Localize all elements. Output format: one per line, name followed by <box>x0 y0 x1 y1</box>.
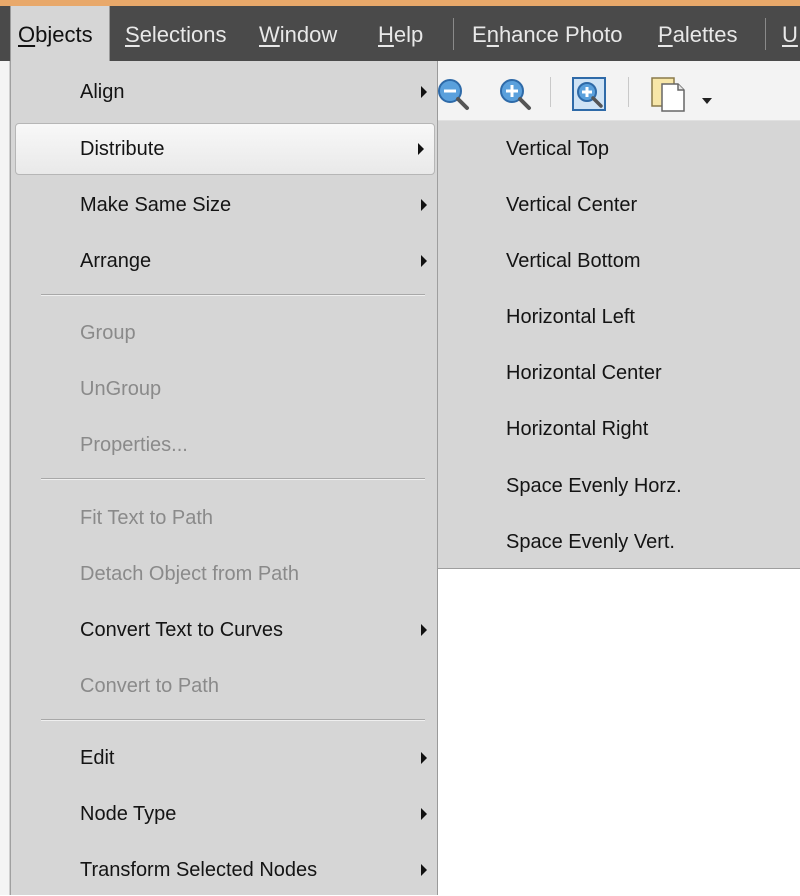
submenu-item-space-evenly-vert[interactable]: Space Evenly Vert. <box>438 516 800 568</box>
menu-separator <box>41 478 425 480</box>
menu-item-label: Edit <box>80 747 115 769</box>
menu-item-transform-selected-nodes[interactable]: Transform Selected Nodes <box>17 844 437 896</box>
menu-item-edit[interactable]: Edit <box>17 732 437 784</box>
toolbar <box>436 61 800 121</box>
menubar-separator <box>453 18 454 50</box>
menu-item-label: Distribute <box>80 138 165 160</box>
zoom-out-icon[interactable] <box>436 77 470 116</box>
menu-help[interactable]: Help <box>378 6 423 61</box>
menu-bar: Objects Selections Window Help Enhance P… <box>0 6 800 61</box>
menu-window[interactable]: Window <box>259 6 337 61</box>
background-workspace-edge <box>0 61 10 895</box>
menu-item-arrange[interactable]: Arrange <box>17 235 437 287</box>
menu-item-convert-text-to-curves[interactable]: Convert Text to Curves <box>17 604 437 656</box>
new-document-icon[interactable] <box>650 75 690 118</box>
menu-item-label: Properties... <box>80 434 188 456</box>
menu-item-group[interactable]: Group <box>17 307 437 359</box>
menu-item-detach-object-from-path[interactable]: Detach Object from Path <box>17 548 437 600</box>
menu-objects[interactable]: Objects <box>10 6 110 61</box>
menu-item-label: Arrange <box>80 250 152 272</box>
submenu-item-vertical-top[interactable]: Vertical Top <box>438 123 800 175</box>
submenu-item-horizontal-left[interactable]: Horizontal Left <box>438 291 800 343</box>
submenu-arrow-icon <box>418 143 424 155</box>
toolbar-separator <box>628 77 629 107</box>
menu-item-convert-to-path[interactable]: Convert to Path <box>17 660 437 712</box>
menu-item-fit-text-to-path[interactable]: Fit Text to Path <box>17 492 437 544</box>
submenu-arrow-icon <box>421 752 427 764</box>
zoom-to-fit-icon[interactable] <box>572 77 606 116</box>
menu-item-label: Make Same Size <box>80 194 232 216</box>
menu-item-label: UnGroup <box>80 378 162 400</box>
menu-item-label: Group <box>80 322 136 344</box>
menu-item-make-same-size[interactable]: Make Same Size <box>17 179 437 231</box>
toolbar-separator <box>550 77 551 107</box>
submenu-item-space-evenly-horz[interactable]: Space Evenly Horz. <box>438 460 800 512</box>
submenu-arrow-icon <box>421 624 427 636</box>
menu-separator <box>41 294 425 296</box>
menu-item-node-type[interactable]: Node Type <box>17 788 437 840</box>
menubar-separator <box>765 18 766 50</box>
menu-truncated-item[interactable]: U <box>782 6 798 61</box>
objects-menu-dropdown: Align Distribute Make Same Size Arrange … <box>10 61 438 895</box>
menu-item-label: Align <box>80 81 125 103</box>
submenu-item-horizontal-center[interactable]: Horizontal Center <box>438 347 800 399</box>
submenu-arrow-icon <box>421 255 427 267</box>
menu-separator <box>41 719 425 721</box>
menu-item-label: Transform Selected Nodes <box>80 859 318 881</box>
submenu-item-vertical-center[interactable]: Vertical Center <box>438 179 800 231</box>
menu-item-label: Node Type <box>80 803 177 825</box>
submenu-arrow-icon <box>421 808 427 820</box>
menu-item-label: Convert Text to Curves <box>80 619 284 641</box>
menu-selections[interactable]: Selections <box>125 6 227 61</box>
menu-item-align[interactable]: Align <box>17 66 437 118</box>
menu-item-ungroup[interactable]: UnGroup <box>17 363 437 415</box>
dropdown-arrow-icon[interactable] <box>702 91 712 109</box>
submenu-arrow-icon <box>421 199 427 211</box>
menu-enhance-photo[interactable]: Enhance Photo <box>472 6 622 61</box>
menu-item-label: Convert to Path <box>80 675 219 697</box>
submenu-item-horizontal-right[interactable]: Horizontal Right <box>438 403 800 455</box>
menu-item-distribute[interactable]: Distribute <box>15 123 435 175</box>
zoom-in-icon[interactable] <box>498 77 532 116</box>
submenu-item-vertical-bottom[interactable]: Vertical Bottom <box>438 235 800 287</box>
menu-item-properties[interactable]: Properties... <box>17 419 437 471</box>
menu-item-label: Fit Text to Path <box>80 507 214 529</box>
submenu-arrow-icon <box>421 86 427 98</box>
submenu-arrow-icon <box>421 864 427 876</box>
distribute-submenu: Vertical Top Vertical Center Vertical Bo… <box>437 121 800 569</box>
menu-palettes[interactable]: Palettes <box>658 6 738 61</box>
menu-item-label: Detach Object from Path <box>80 563 299 585</box>
